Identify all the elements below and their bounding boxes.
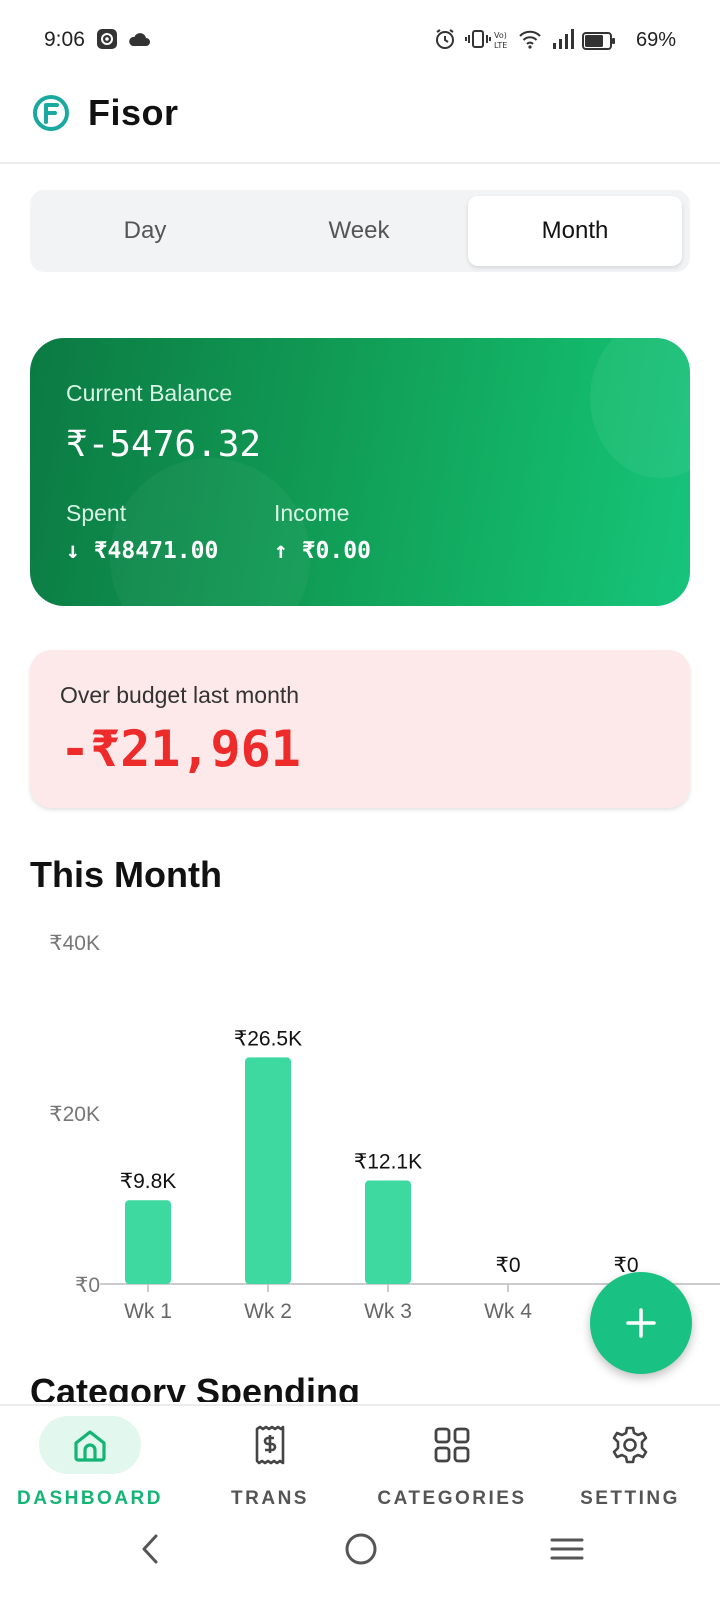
bar-wk-2 [245,1057,291,1284]
current-balance-label: Current Balance [66,380,233,406]
battery-icon [582,32,616,55]
spent-value: ↓ ₹48471.00 [66,538,219,564]
grid-icon [434,1427,470,1463]
nav-setting[interactable]: SETTING [560,1406,700,1518]
current-balance-amount: ₹-5476.32 [66,424,262,465]
wifi-icon [518,28,542,55]
tab-day[interactable]: Day [38,196,252,266]
battery-percentage: 69% [635,29,676,51]
nav-setting-label: SETTING [580,1488,680,1509]
back-icon[interactable] [138,1532,162,1571]
x-tick-label: Wk 1 [124,1300,172,1323]
bar-wk-3 [365,1180,411,1284]
nav-dashboard-label: DASHBOARD [17,1488,163,1509]
nav-dashboard-icon-pill [39,1416,141,1474]
cloud-icon [128,31,150,52]
x-tick-label: Wk 4 [484,1300,532,1323]
signal-icon [552,28,574,55]
nav-categories-label: CATEGORIES [377,1488,527,1509]
over-budget-label: Over budget last month [60,682,300,708]
this-month-title: This Month [30,854,222,895]
volte-icon: Vo) LTE [494,30,516,55]
nav-dashboard[interactable]: DASHBOARD [10,1406,170,1518]
tab-week[interactable]: Week [252,196,466,266]
home-circle-icon[interactable] [344,1532,378,1571]
bar-value-label: ₹26.5K [234,1027,302,1050]
weekly-spending-chart-svg: ₹0 ₹20K ₹40K ₹9.8K Wk 1 ₹26.5K Wk 2 ₹12.1K Wk 3 ₹… [49,932,720,1323]
over-budget-card: Over budget last month -₹21,961 [30,650,690,808]
bar-value-label: ₹9.8K [120,1170,177,1193]
bar-value-label: ₹12.1K [354,1151,422,1174]
status-time: 9:06 [44,28,85,51]
category-spending-title: Category Spending [30,1372,361,1403]
x-tick-label: Wk 2 [244,1300,292,1323]
y-tick-label: ₹20K [49,1103,100,1126]
over-budget-amount: -₹21,961 [60,720,301,778]
nav-trans[interactable]: TRANS [190,1406,350,1518]
x-tick-label: Wk 3 [364,1300,412,1323]
system-navigation-bar [0,1516,720,1600]
bar-value-label: ₹0 [495,1254,520,1277]
alarm-icon [434,28,456,55]
nav-trans-icon-pill [219,1416,321,1474]
svg-text:LTE: LTE [494,41,507,50]
nav-categories-icon-pill [401,1416,503,1474]
fisor-logo-icon [32,94,70,132]
income-value: ↑ ₹0.00 [274,538,371,564]
bar-wk-1 [125,1200,171,1284]
nav-setting-icon-pill [579,1416,681,1474]
vibrate-icon [465,28,491,55]
nav-categories[interactable]: CATEGORIES [362,1406,542,1518]
weekly-spending-chart: ₹0 ₹20K ₹40K ₹9.8K Wk 1 ₹26.5K Wk 2 ₹12.1K Wk 3 ₹… [0,910,720,1330]
home-icon [74,1430,106,1462]
svg-text:Vo): Vo) [494,31,507,40]
app-bar: Fisor [0,84,720,164]
bottom-navigation: DASHBOARD TRANS CATEGORIES SETTING [0,1404,720,1516]
current-balance-card: Current Balance ₹-5476.32 Spent ↓ ₹48471… [30,338,690,606]
app-title: Fisor [88,92,179,133]
gear-icon [612,1426,648,1464]
y-tick-label: ₹0 [75,1274,100,1297]
settings-notification-icon [96,28,118,55]
recents-icon[interactable] [550,1532,584,1571]
plus-icon [626,1308,656,1338]
income-label: Income [274,500,350,526]
receipt-icon [255,1425,285,1465]
y-tick-label: ₹40K [49,932,100,955]
status-bar: 9:06 Vo) LTE 69% [0,0,720,84]
nav-trans-label: TRANS [231,1488,309,1509]
spent-label: Spent [66,500,127,526]
add-transaction-button[interactable] [590,1272,692,1374]
tab-month[interactable]: Month [468,196,682,266]
period-segmented-control: Day Week Month [30,190,690,272]
